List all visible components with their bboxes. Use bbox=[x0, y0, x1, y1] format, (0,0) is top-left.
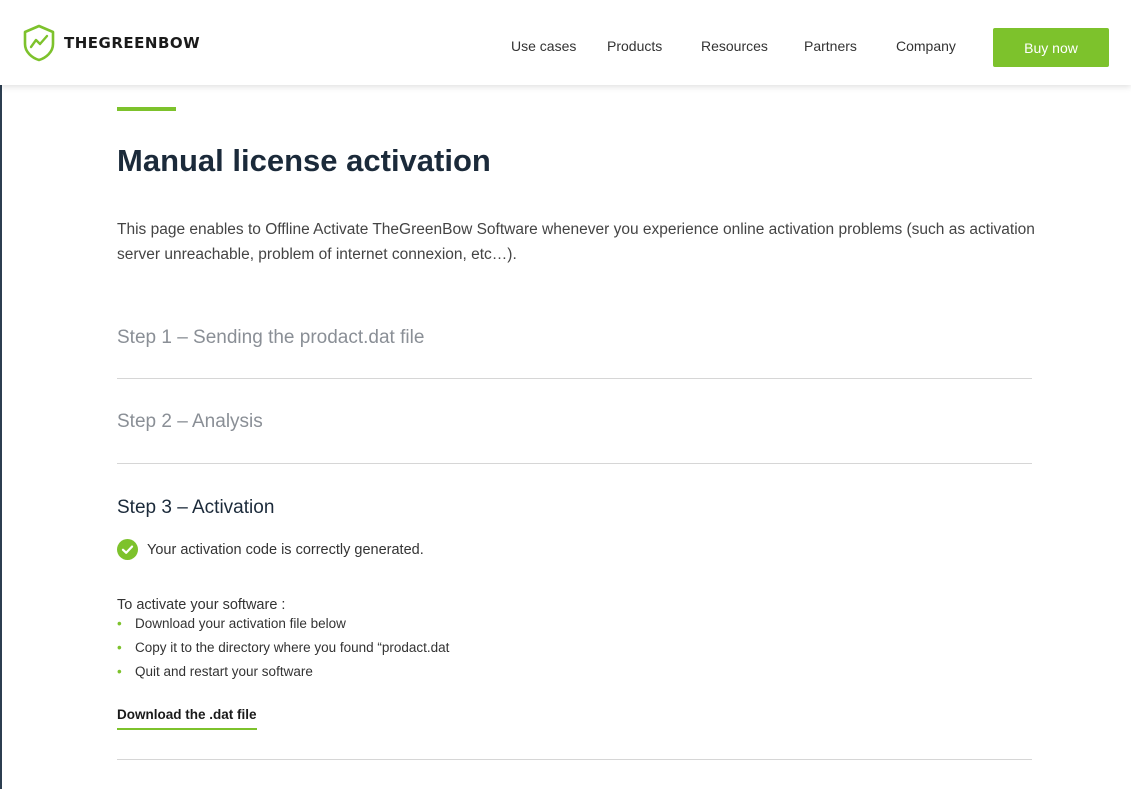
success-text: Your activation code is correctly genera… bbox=[147, 541, 424, 558]
buy-now-button[interactable]: Buy now bbox=[993, 28, 1109, 67]
instructions-title: To activate your software : bbox=[117, 597, 286, 613]
nav-resources[interactable]: Resources bbox=[701, 38, 768, 54]
title-accent-bar bbox=[117, 107, 176, 111]
check-circle-icon bbox=[117, 539, 138, 560]
step-divider bbox=[117, 759, 1032, 760]
nav-products[interactable]: Products bbox=[607, 38, 662, 54]
page-title: Manual license activation bbox=[117, 143, 491, 178]
bullet-icon: • bbox=[117, 664, 122, 679]
site-header: THEGREENBOW Use cases Products Resources… bbox=[0, 0, 1131, 85]
nav-partners[interactable]: Partners bbox=[804, 38, 857, 54]
brand-logo[interactable]: THEGREENBOW bbox=[22, 24, 200, 62]
list-item: • Download your activation file below bbox=[117, 615, 449, 639]
bullet-icon: • bbox=[117, 640, 122, 655]
list-item-text: Quit and restart your software bbox=[135, 664, 313, 679]
step-2-header[interactable]: Step 2 – Analysis bbox=[117, 411, 263, 433]
left-edge-rule bbox=[0, 0, 2, 789]
download-dat-link[interactable]: Download the .dat file bbox=[117, 707, 257, 730]
step-divider bbox=[117, 378, 1032, 379]
nav-company[interactable]: Company bbox=[896, 38, 956, 54]
instructions-list: • Download your activation file below • Co… bbox=[117, 615, 449, 687]
list-item: • Quit and restart your software bbox=[117, 663, 449, 687]
nav-use-cases[interactable]: Use cases bbox=[511, 38, 576, 54]
intro-text: This page enables to Offline Activate Th… bbox=[117, 221, 1035, 263]
list-item: • Copy it to the directory where you foun… bbox=[117, 639, 449, 663]
brand-name: THEGREENBOW bbox=[64, 34, 201, 52]
step-1-header[interactable]: Step 1 – Sending the prodact.dat file bbox=[117, 327, 424, 349]
list-item-text: Download your activation file below bbox=[135, 616, 346, 631]
bullet-icon: • bbox=[117, 616, 122, 631]
step-3-header[interactable]: Step 3 – Activation bbox=[117, 497, 274, 519]
shield-trend-icon bbox=[23, 24, 55, 62]
success-message: Your activation code is correctly genera… bbox=[117, 539, 424, 560]
step-divider bbox=[117, 463, 1032, 464]
list-item-text: Copy it to the directory where you found… bbox=[135, 640, 450, 655]
